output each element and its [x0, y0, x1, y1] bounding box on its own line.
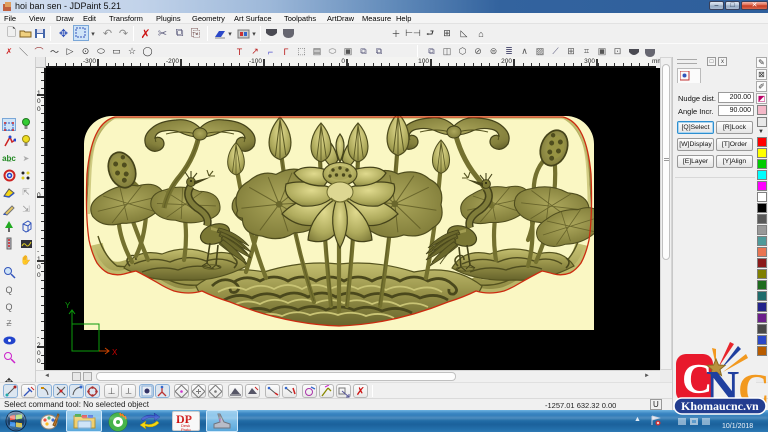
svg-text:X: X — [112, 348, 118, 357]
svg-text:Y: Y — [65, 301, 71, 310]
svg-text:Khomaucnc.vn: Khomaucnc.vn — [681, 399, 759, 413]
